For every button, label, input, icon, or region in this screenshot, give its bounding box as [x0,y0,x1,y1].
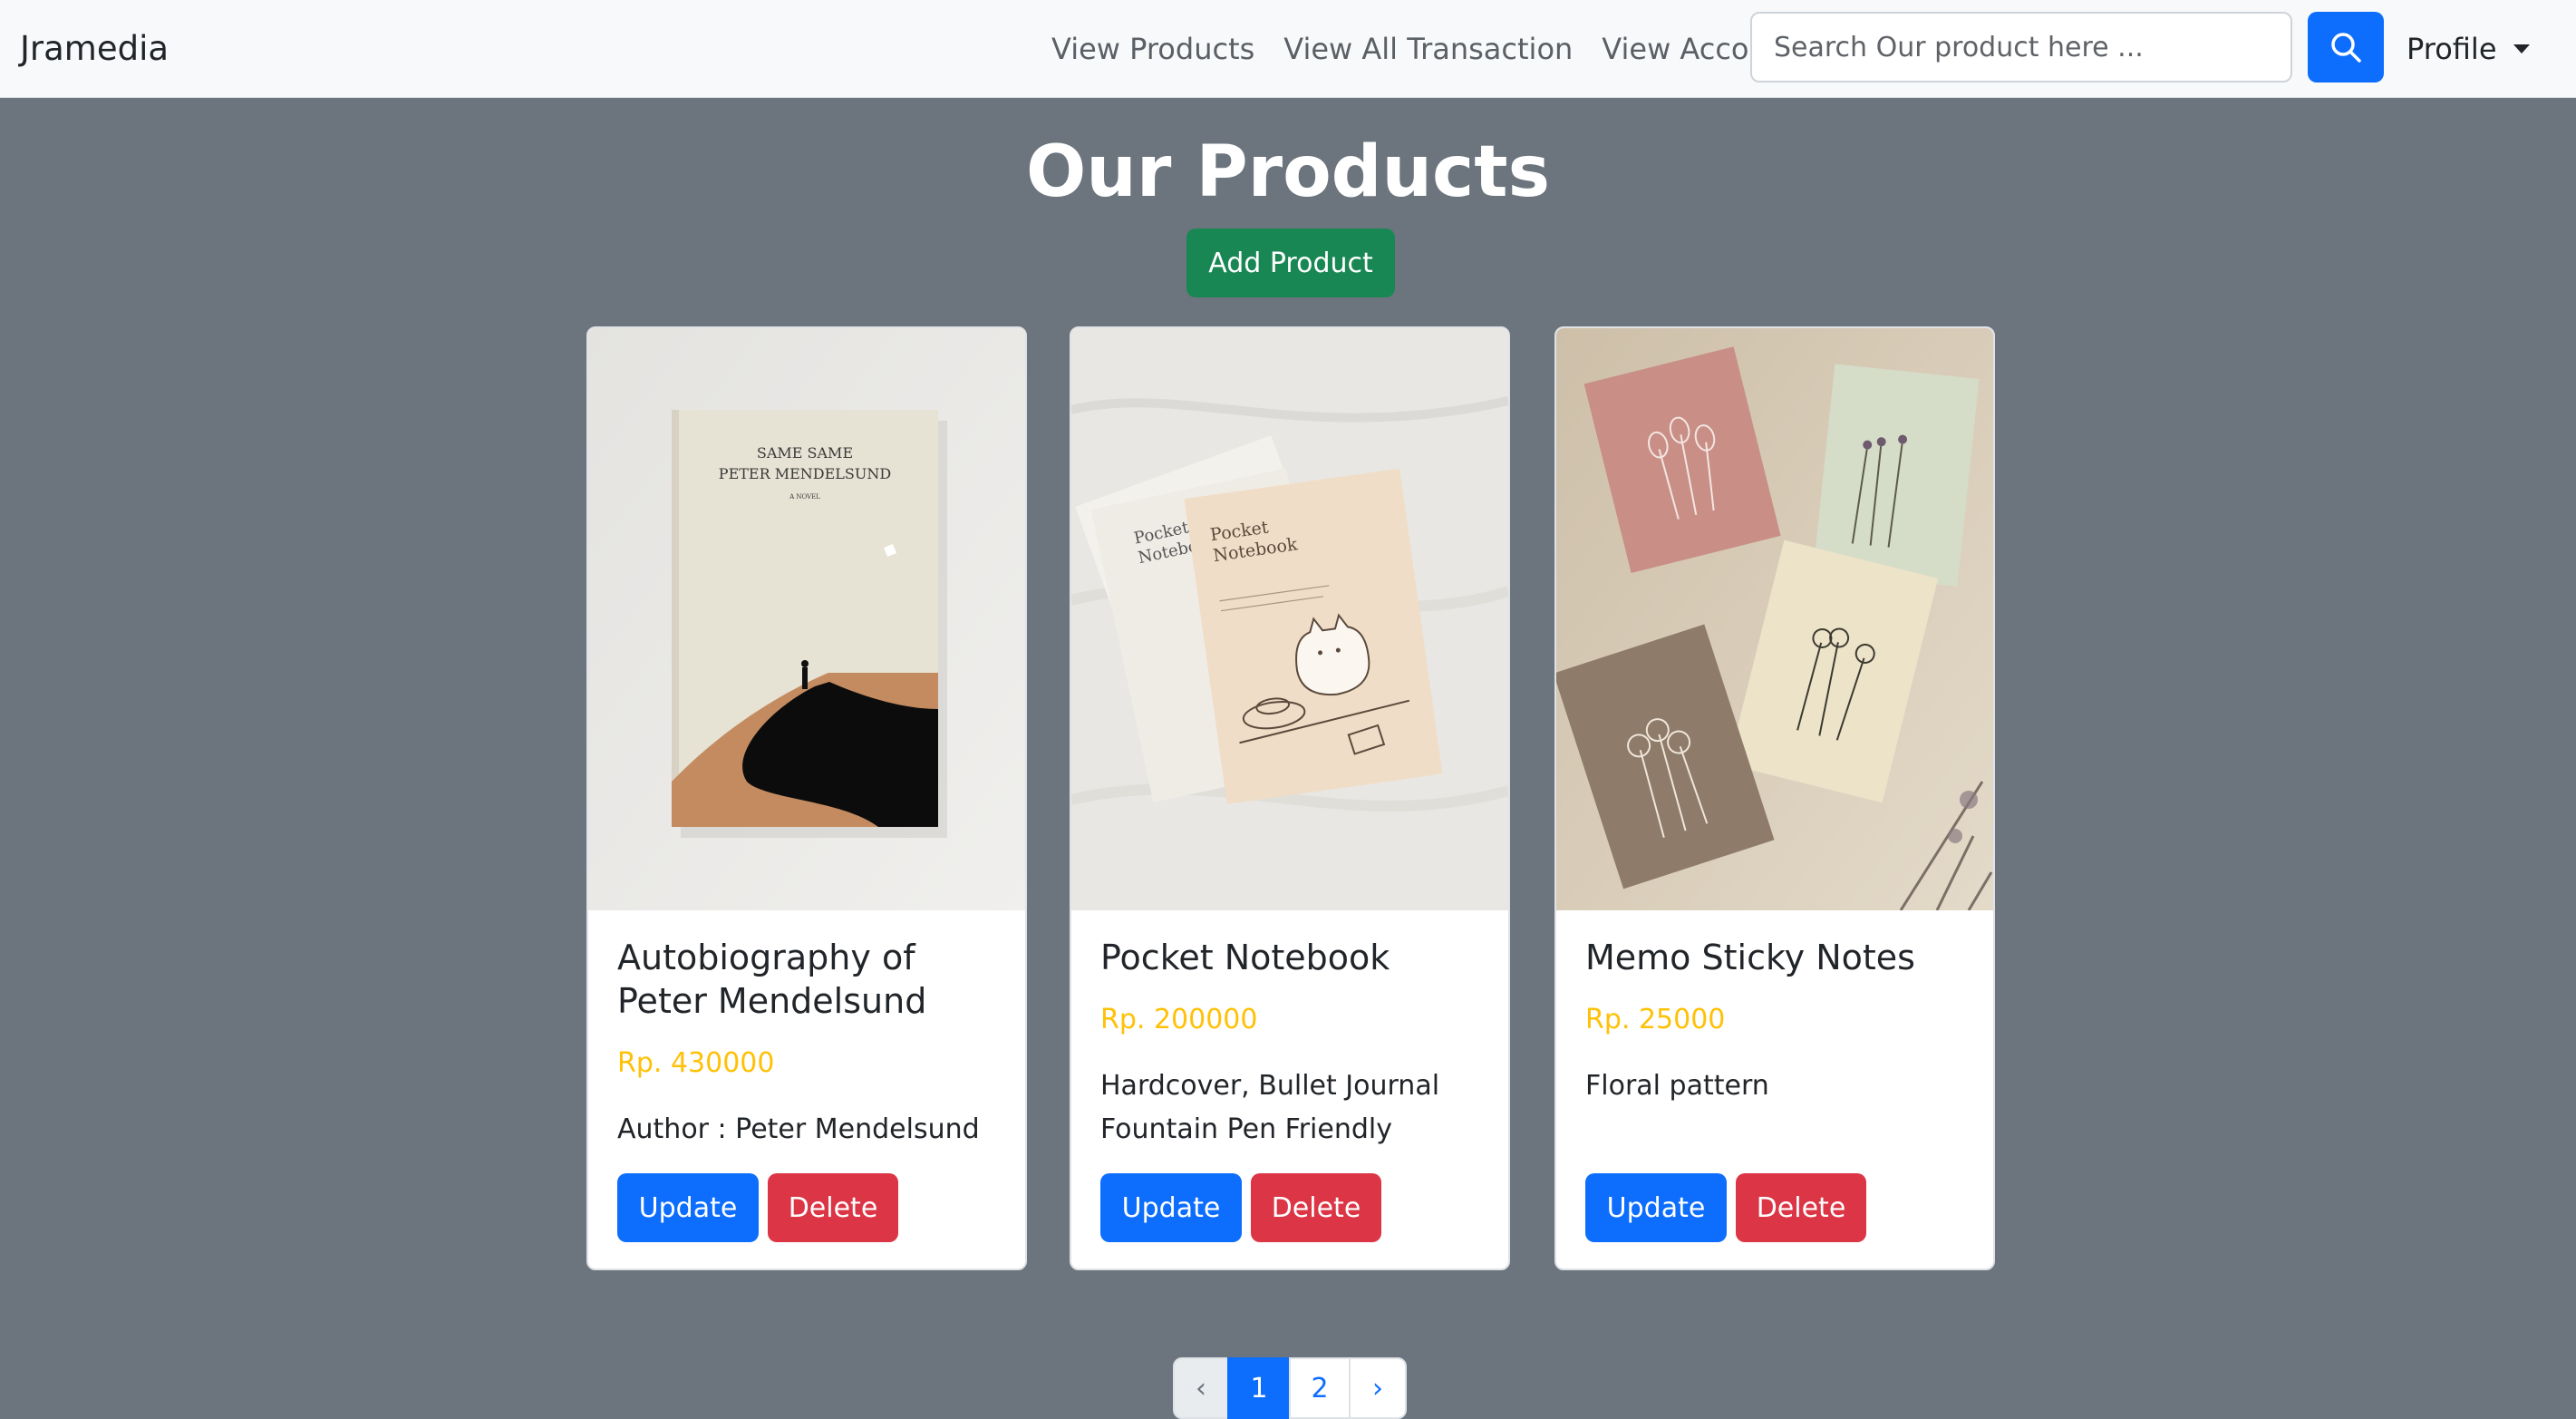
product-card: Memo Sticky Notes Rp. 25000 Floral patte… [1554,326,1995,1270]
profile-dropdown[interactable]: Profile [2407,27,2530,71]
navbar: Jramedia View Products View All Transact… [0,0,2576,98]
product-image-book: SAME SAME PETER MENDELSUND A NOVEL [588,328,1025,910]
nav-view-products[interactable]: View Products [1051,27,1254,71]
product-description: Hardcover, Bullet Journal Fountain Pen F… [1100,1070,1440,1145]
product-description: Author : Peter Mendelsund [617,1113,980,1145]
product-title: Autobiography of Peter Mendelsund [617,938,927,1021]
delete-button[interactable]: Delete [1251,1173,1381,1242]
nav-view-all-transaction[interactable]: View All Transaction [1283,27,1573,71]
book-cover-line-3: A NOVEL [789,493,820,501]
product-card: Pocket Notebo Pocket Notebook Pocket Not… [1070,326,1510,1270]
product-price: Rp. 200000 [1100,1004,1258,1035]
profile-label: Profile [2407,32,2497,66]
search-icon [2331,33,2361,63]
pagination-page-2[interactable]: 2 [1289,1357,1351,1419]
pagination-next[interactable]: › [1349,1357,1407,1419]
product-image-notebook: Pocket Notebo Pocket Notebook [1071,328,1508,910]
book-cover-line-1: SAME SAME [757,444,853,462]
pagination-prev[interactable]: ‹ [1173,1357,1229,1419]
book-cover-line-2: PETER MENDELSUND [719,465,891,482]
update-button[interactable]: Update [1100,1173,1242,1242]
caret-down-icon [2513,44,2530,53]
update-button[interactable]: Update [617,1173,759,1242]
pagination: ‹ 1 2 › [1173,1357,1407,1419]
nav-links: View Products View All Transaction View … [1051,27,1797,71]
brand-logo[interactable]: Jramedia [20,27,169,71]
add-product-button[interactable]: Add Product [1186,228,1395,297]
product-card: SAME SAME PETER MENDELSUND A NOVEL Autob… [586,326,1027,1270]
product-title: Pocket Notebook [1100,938,1390,977]
delete-button[interactable]: Delete [1736,1173,1866,1242]
product-price: Rp. 25000 [1585,1004,1726,1035]
search-button[interactable] [2308,12,2384,83]
pagination-page-1[interactable]: 1 [1227,1357,1291,1419]
update-button[interactable]: Update [1585,1173,1727,1242]
page-title: Our Products [1026,131,1550,213]
product-description: Floral pattern [1585,1070,1769,1102]
product-image-notes [1556,328,1993,910]
product-price: Rp. 430000 [617,1047,775,1079]
delete-button[interactable]: Delete [768,1173,898,1242]
product-title: Memo Sticky Notes [1585,938,1915,977]
search-input[interactable] [1750,12,2292,83]
